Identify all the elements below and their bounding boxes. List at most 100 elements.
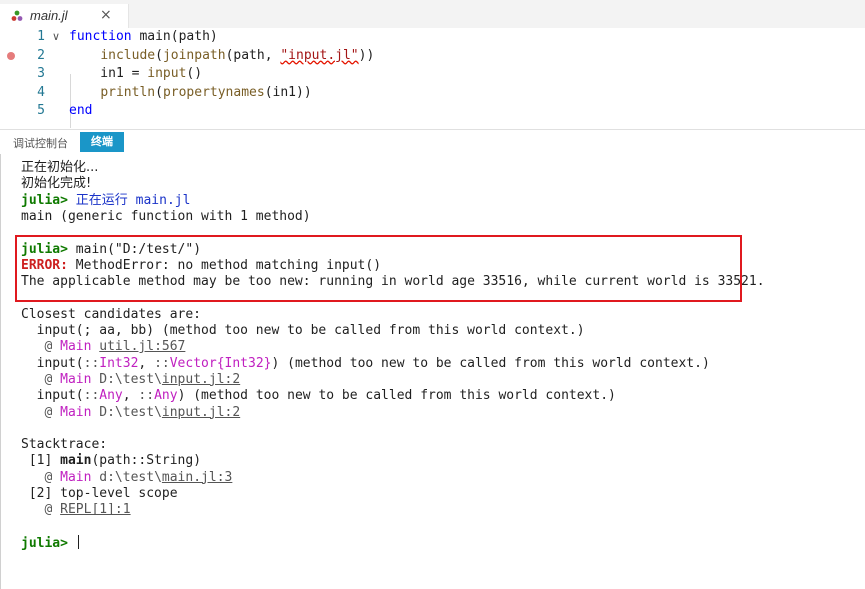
terminal-text: @	[21, 469, 61, 485]
terminal-line: julia> 正在运行 main.jl	[21, 193, 190, 210]
terminal-text: @	[21, 502, 61, 518]
terminal-text: main (generic function with 1 method)	[21, 208, 311, 224]
terminal-line: input(::Any, ::Any) (method too new to b…	[21, 388, 616, 405]
terminal-text: REPL[1]:1	[60, 502, 131, 518]
terminal-text: input(; aa, bb) (method too new to be ca…	[21, 323, 585, 338]
code-token: input	[147, 66, 187, 81]
close-icon[interactable]: ×	[100, 7, 112, 23]
terminal-text: ::	[138, 388, 155, 404]
terminal-line: [2] top-level scope	[21, 486, 178, 503]
terminal-text: Int32	[99, 355, 139, 371]
terminal-text: ) (method too new to be called from this…	[271, 355, 710, 371]
terminal-text: input.jl:2	[161, 371, 241, 387]
terminal-line: Stacktrace:	[21, 437, 107, 454]
julia-file-icon	[11, 10, 23, 21]
terminal-line: Closest candidates are:	[21, 307, 201, 324]
line-number: 3	[37, 66, 45, 81]
terminal-text: Stacktrace:	[21, 437, 108, 453]
terminal-text: @	[21, 339, 61, 355]
code-line[interactable]: 2 include(joinpath(path, "input.jl"))	[0, 47, 865, 65]
terminal-line: main (generic function with 1 method)	[21, 209, 311, 226]
code-token: (in1))	[264, 84, 312, 100]
terminal-text: d:\test\	[91, 469, 162, 485]
code-text: in1 = input()	[69, 65, 202, 83]
terminal-text: ::	[83, 355, 100, 371]
terminal-text: 正在初始化...	[21, 160, 99, 175]
terminal-line: input(::Int32, ::Vector{Int32}) (method …	[21, 356, 710, 373]
terminal-text: ::	[154, 355, 170, 371]
code-text: println(propertynames(in1))	[69, 84, 312, 102]
code-token: (path,	[225, 47, 281, 63]
code-line[interactable]: 5 end	[0, 102, 865, 120]
terminal-text: ,	[138, 355, 155, 371]
code-line[interactable]: 4 println(propertynames(in1))	[0, 84, 865, 102]
terminal-text: ::	[83, 388, 100, 404]
terminal-text: input(	[21, 355, 84, 371]
code-editor[interactable]: 1 ∨ function main(path) 2 include(joinpath(…	[0, 28, 865, 128]
terminal-text: (path::String)	[91, 453, 202, 469]
code-text: include(joinpath(path, "input.jl"))	[69, 47, 374, 65]
terminal-line: @ Main util.jl:567	[21, 339, 185, 356]
terminal-line: julia>	[21, 534, 79, 552]
line-number: 2	[37, 47, 45, 63]
tab-filename: main.jl	[30, 8, 68, 23]
terminal-line: 正在初始化...	[21, 160, 98, 177]
tab-terminal[interactable]: 终端	[80, 132, 124, 152]
code-token: ()	[186, 66, 203, 81]
terminal-text: ) (method too new to be called from this…	[177, 388, 616, 404]
code-token: propertynames	[162, 84, 265, 100]
code-token: ))	[358, 47, 375, 63]
code-token: (	[155, 47, 163, 63]
terminal-line: @ Main D:\test\input.jl:2	[21, 372, 240, 389]
code-token: in1 =	[69, 66, 148, 81]
breakpoint-icon[interactable]	[7, 51, 15, 60]
line-number: 1	[37, 29, 45, 44]
terminal-text: Main	[60, 469, 92, 485]
code-token: joinpath	[162, 47, 226, 63]
terminal-line: @ Main d:\test\main.jl:3	[21, 470, 232, 487]
fold-chevron-icon[interactable]: ∨	[52, 28, 60, 46]
terminal-text: [1]	[21, 453, 61, 469]
editor-tab-bar: main.jl ×	[0, 4, 865, 29]
terminal-text: main.jl:3	[161, 469, 233, 485]
terminal-text: Any	[154, 388, 178, 404]
terminal-text: 初始化完成!	[21, 176, 92, 192]
terminal-text: julia>	[21, 192, 76, 208]
line-number: 4	[37, 84, 45, 100]
code-token: end	[69, 103, 93, 118]
terminal-text: input(	[21, 388, 84, 404]
terminal-text: D:\test\	[91, 371, 162, 387]
terminal-text: ,	[122, 388, 139, 404]
terminal-text: @	[21, 371, 61, 387]
terminal-text: main	[60, 453, 92, 469]
terminal-line: [1] main(path::String)	[21, 453, 201, 470]
tab-debug-console[interactable]: 调试控制台	[13, 135, 68, 151]
terminal-text: julia>	[21, 535, 76, 551]
code-text: function main(path)	[69, 28, 218, 46]
terminal-text: Closest candidates are:	[21, 306, 202, 322]
terminal-text: D:\test\	[91, 404, 162, 420]
code-token: include	[100, 47, 156, 63]
code-token: main(path)	[131, 29, 218, 44]
terminal-text: [2] top-level scope	[21, 486, 178, 501]
tab-main-jl[interactable]: main.jl ×	[0, 4, 129, 28]
code-text: end	[69, 102, 92, 120]
terminal-text: Main	[60, 371, 92, 387]
code-token: (	[155, 84, 163, 100]
terminal-text: Main	[60, 339, 92, 355]
terminal-text: Any	[99, 388, 123, 404]
terminal-text: Vector{Int32}	[169, 355, 272, 371]
line-number: 5	[37, 103, 45, 118]
terminal-text: input.jl:2	[161, 404, 241, 420]
panel-tab-bar: 调试控制台 终端	[0, 130, 865, 154]
terminal-text: util.jl:567	[99, 339, 186, 355]
code-token: "input.jl"	[280, 47, 359, 63]
code-line[interactable]: 3 in1 = input()	[0, 65, 865, 83]
terminal-text: Main	[60, 404, 92, 420]
terminal-output[interactable]: 正在初始化... 初始化完成! julia> 正在运行 main.jl main (g…	[0, 154, 865, 589]
terminal-text: main.jl	[127, 192, 191, 208]
code-line[interactable]: 1 ∨ function main(path)	[0, 28, 865, 46]
error-highlight-box	[15, 235, 742, 302]
